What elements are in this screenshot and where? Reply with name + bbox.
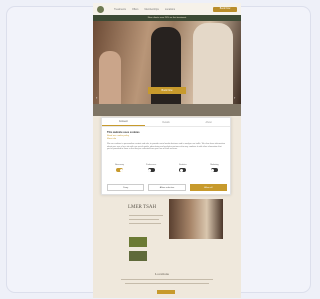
cookie-buttons: Deny Allow selection Allow all xyxy=(107,184,227,191)
hero-cta-button[interactable]: Book Now xyxy=(148,87,186,94)
cookie-toggles: Necessary Preferences Statistics Marketi… xyxy=(107,164,227,178)
section-photo xyxy=(169,199,223,239)
content-section: LMER TSAH Locations xyxy=(93,199,241,298)
allow-all-button[interactable]: Allow all xyxy=(189,184,227,191)
text-line xyxy=(125,283,209,285)
overlay-shade xyxy=(93,104,241,116)
locations-title: Locations xyxy=(155,272,169,276)
hero-figure-left xyxy=(99,51,121,104)
hero-image: Book Now ‹ › xyxy=(93,21,241,104)
logo-icon[interactable] xyxy=(97,5,104,13)
toggle-statistics[interactable]: Statistics xyxy=(170,164,195,178)
toggle-necessary[interactable]: Necessary xyxy=(107,164,132,178)
cookie-tabs: Consent Details About xyxy=(102,118,230,127)
cookie-consent-dialog: Consent Details About This website uses … xyxy=(101,117,231,195)
text-line xyxy=(121,279,213,281)
carousel-prev-icon[interactable]: ‹ xyxy=(96,95,100,100)
allow-selection-button[interactable]: Allow selection xyxy=(148,184,186,191)
more-info-link[interactable]: More info xyxy=(107,138,116,140)
tab-about[interactable]: About xyxy=(187,118,230,126)
toggle-marketing[interactable]: Marketing xyxy=(202,164,227,178)
nav-link-memberships[interactable]: Memberships xyxy=(144,8,158,11)
toggle-switch[interactable] xyxy=(116,168,123,172)
toggle-preferences[interactable]: Preferences xyxy=(139,164,164,178)
nav-link-treatments[interactable]: Treatments xyxy=(114,8,126,11)
locations-button[interactable] xyxy=(157,290,175,294)
toggle-switch[interactable] xyxy=(147,168,155,172)
section-title: LMER TSAH xyxy=(128,205,157,210)
text-line xyxy=(129,215,163,217)
tab-details[interactable]: Details xyxy=(145,118,188,126)
toggle-label: Statistics xyxy=(179,164,187,166)
cookie-title: This website uses cookies xyxy=(107,131,140,134)
top-navigation: Treatments Offers Memberships Locations … xyxy=(93,3,241,15)
text-line xyxy=(129,223,161,225)
toggle-switch[interactable] xyxy=(210,168,218,172)
cookie-policy-link[interactable]: Read our cookie policy xyxy=(107,135,129,137)
book-now-button[interactable]: Book Now xyxy=(213,6,237,12)
cookie-description: We use cookies to personalise content an… xyxy=(107,143,225,151)
deny-button[interactable]: Deny xyxy=(107,184,145,191)
hero-figure-right xyxy=(193,23,233,104)
nav-link-locations[interactable]: Locations xyxy=(165,8,175,11)
carousel-next-icon[interactable]: › xyxy=(234,95,238,100)
toggle-label: Preferences xyxy=(146,164,157,166)
text-line xyxy=(129,219,159,221)
tab-consent[interactable]: Consent xyxy=(102,118,145,126)
feature-tile[interactable] xyxy=(129,251,147,261)
toggle-switch[interactable] xyxy=(179,168,187,172)
nav-link-offers[interactable]: Offers xyxy=(132,8,138,11)
feature-tile[interactable] xyxy=(129,237,147,247)
toggle-label: Necessary xyxy=(115,164,124,166)
toggle-label: Marketing xyxy=(210,164,219,166)
